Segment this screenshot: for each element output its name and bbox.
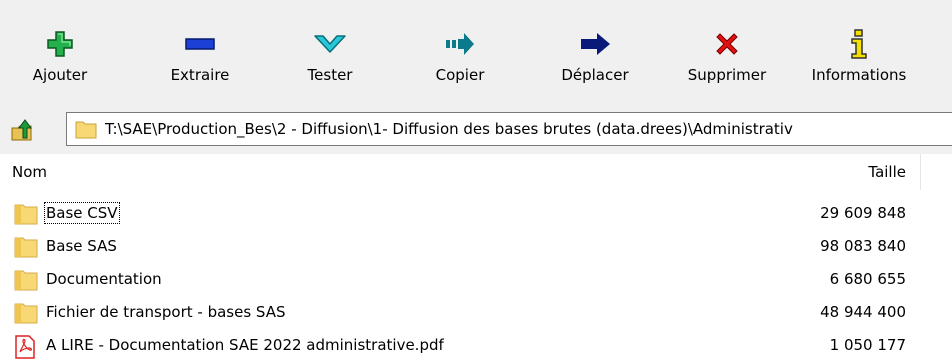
address-path-text: T:\SAE\Production_Bes\2 - Diffusion\1- D… [105,120,793,138]
item-name: Fichier de transport - bases SAS [46,303,286,321]
copy-arrow-icon [440,28,480,60]
folder-icon [75,119,97,143]
column-separator[interactable] [920,154,921,190]
info-label: Informations [811,66,907,84]
list-item[interactable]: Fichier de transport - bases SAS 48 944 … [0,297,952,330]
folder-icon [14,203,38,229]
item-size: 98 083 840 [820,237,906,255]
test-label: Tester [307,66,353,84]
test-button[interactable]: Tester [298,28,362,100]
file-list: Nom Taille Base CSV 29 609 848 Base SAS … [0,154,952,359]
item-size: 29 609 848 [820,204,906,222]
list-item[interactable]: A LIRE - Documentation SAE 2022 administ… [0,330,952,363]
address-path-field[interactable]: T:\SAE\Production_Bes\2 - Diffusion\1- D… [66,112,952,146]
item-name: Documentation [46,270,162,288]
move-arrow-icon [575,28,615,60]
info-button[interactable]: Informations [798,28,920,100]
info-icon [839,28,879,60]
item-name: Base SAS [46,237,117,255]
folder-icon [14,236,38,262]
list-item[interactable]: Documentation 6 680 655 [0,264,952,297]
folder-icon [14,269,38,295]
extract-label: Extraire [170,66,230,84]
list-item[interactable]: Base SAS 98 083 840 [0,231,952,264]
item-size: 48 944 400 [820,303,906,321]
up-folder-button[interactable] [9,116,37,144]
add-plus-icon [40,28,80,60]
delete-button[interactable]: Supprimer [674,28,780,100]
extract-button[interactable]: Extraire [160,28,240,100]
folder-icon [14,302,38,328]
item-name: A LIRE - Documentation SAE 2022 administ… [46,336,444,354]
toolbar: Ajouter Extraire Tester Copier Déplacer … [0,0,952,104]
add-button[interactable]: Ajouter [22,28,98,100]
copy-label: Copier [435,66,485,84]
delete-label: Supprimer [687,66,767,84]
column-header-name[interactable]: Nom [12,163,47,181]
up-arrow-folder-icon [11,119,32,141]
item-size: 6 680 655 [829,270,906,288]
list-item[interactable]: Base CSV 29 609 848 [0,198,952,231]
pdf-file-icon [14,335,36,363]
add-label: Ajouter [32,66,88,84]
item-name: Base CSV [44,202,120,224]
item-size: 1 050 177 [829,336,906,354]
column-header-size[interactable]: Taille [868,163,906,181]
delete-x-icon [707,28,747,60]
list-header: Nom Taille [0,154,952,190]
extract-minus-icon [180,28,220,60]
move-button[interactable]: Déplacer [550,28,640,100]
copy-button[interactable]: Copier [425,28,495,100]
test-check-icon [310,28,350,60]
move-label: Déplacer [561,66,629,84]
